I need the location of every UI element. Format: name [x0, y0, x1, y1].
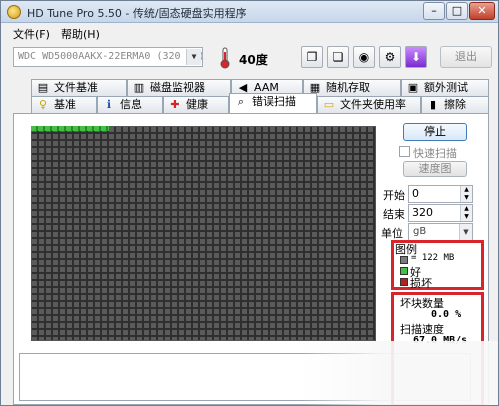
menu-help[interactable]: 帮助(H): [61, 26, 100, 42]
tab-label: 基准: [54, 98, 76, 111]
tab-file-benchmark[interactable]: ▤ 文件基准: [31, 79, 127, 96]
maximize-button[interactable]: □: [446, 2, 468, 20]
start-value: 0: [412, 187, 419, 200]
health-icon: ✚: [170, 98, 180, 111]
download-button[interactable]: ⬇: [405, 46, 427, 68]
unit-value: gB: [413, 226, 427, 237]
chevron-down-icon: ▼: [186, 49, 201, 65]
speed-map-button[interactable]: 速度图: [403, 161, 467, 177]
options-icon: ⚙: [384, 50, 396, 64]
screenshot-button[interactable]: ◉: [353, 46, 375, 68]
drive-select[interactable]: WDC WD5000AAKX-22ERMA0 (320 gB) ▼: [13, 47, 203, 67]
exit-button[interactable]: 退出: [440, 46, 492, 68]
camera-icon: ◉: [358, 50, 370, 64]
tab-random-access[interactable]: ▦ 随机存取: [303, 79, 401, 96]
title-bar: HD Tune Pro 5.50 - 传统/固态硬盘实用程序 – □ ✕: [1, 1, 498, 23]
temperature-readout: 40度: [239, 53, 268, 67]
end-value: 320: [412, 206, 433, 219]
tab-health[interactable]: ✚ 健康: [163, 96, 229, 113]
file-benchmark-icon: ▤: [37, 81, 49, 94]
tab-erase[interactable]: ▮ 擦除: [421, 96, 489, 113]
copy-text-icon: ❐: [306, 50, 318, 64]
chevron-down-icon: ▼: [459, 224, 472, 240]
unit-select[interactable]: gB ▼: [408, 223, 473, 241]
drive-select-value: WDC WD5000AAKX-22ERMA0 (320 gB): [18, 51, 203, 62]
tab-label: 额外测试: [424, 81, 468, 94]
options-button[interactable]: ⚙: [379, 46, 401, 68]
folder-icon: ▭: [323, 98, 335, 111]
start-input[interactable]: 0 ▲ ▼: [408, 185, 473, 203]
magnifier-icon: ⌕: [237, 95, 245, 108]
tab-disk-monitor[interactable]: ▥ 磁盘监视器: [127, 79, 231, 96]
copy-image-button[interactable]: ❏: [327, 46, 349, 68]
end-label: 结束: [383, 208, 405, 221]
spinner-arrows-icon[interactable]: ▲ ▼: [460, 205, 472, 221]
tab-label: 随机存取: [326, 81, 370, 94]
app-window: HD Tune Pro 5.50 - 传统/固态硬盘实用程序 – □ ✕ 文件(…: [0, 0, 499, 406]
download-icon: ⬇: [410, 50, 422, 64]
spinner-arrows-icon[interactable]: ▲ ▼: [460, 186, 472, 202]
scan-speed-value: 67.0 MB/s: [413, 335, 468, 346]
tab-label: 文件基准: [54, 81, 98, 94]
copy-image-icon: ❏: [332, 50, 344, 64]
legend-good-swatch: [400, 267, 408, 275]
close-button[interactable]: ✕: [469, 2, 495, 20]
tab-label: 信息: [120, 98, 142, 111]
erase-icon: ▮: [429, 98, 437, 111]
tab-error-scan[interactable]: ⌕ 错误扫描: [229, 93, 317, 113]
scanned-good-blocks: [31, 126, 109, 131]
legend-damaged-swatch: [400, 278, 408, 286]
thermometer-icon: [220, 47, 230, 69]
tab-extra-tests[interactable]: ▣ 额外测试: [401, 79, 489, 96]
tab-benchmark[interactable]: ♀ 基准: [31, 96, 97, 113]
app-logo-icon: [7, 5, 21, 19]
legend-damaged-label: 损坏: [410, 277, 432, 290]
tab-label: 磁盘监视器: [150, 81, 205, 94]
unit-label: 单位: [381, 227, 403, 240]
quick-scan-checkbox[interactable]: [399, 146, 410, 157]
bad-blocks-value: 0.0 %: [431, 309, 462, 320]
end-input[interactable]: 320 ▲ ▼: [408, 204, 473, 222]
benchmark-icon: ♀: [38, 98, 48, 111]
quick-scan-label: 快速扫描: [413, 147, 457, 160]
tab-info[interactable]: ℹ 信息: [97, 96, 163, 113]
block-map: [31, 126, 376, 341]
copy-text-button[interactable]: ❐: [301, 46, 323, 68]
tab-label: 健康: [186, 98, 208, 111]
minimize-button[interactable]: –: [423, 2, 445, 20]
window-title: HD Tune Pro 5.50 - 传统/固态硬盘实用程序: [27, 7, 247, 20]
extra-tests-icon: ▣: [407, 81, 419, 94]
stop-button[interactable]: 停止: [403, 123, 467, 141]
tab-label: 错误扫描: [252, 95, 296, 108]
start-label: 开始: [383, 189, 405, 202]
legend-block-swatch: [400, 256, 408, 264]
tab-folder-usage[interactable]: ▭ 文件夹使用率: [317, 96, 421, 113]
info-icon: ℹ: [106, 98, 112, 111]
menu-bar: 文件(F) 帮助(H): [1, 23, 498, 43]
disk-monitor-icon: ▥: [133, 81, 145, 94]
tab-label: 文件夹使用率: [340, 98, 406, 111]
tab-label: 擦除: [444, 98, 466, 111]
menu-file[interactable]: 文件(F): [13, 26, 50, 42]
legend-block-size: = 122 MB: [411, 253, 455, 263]
